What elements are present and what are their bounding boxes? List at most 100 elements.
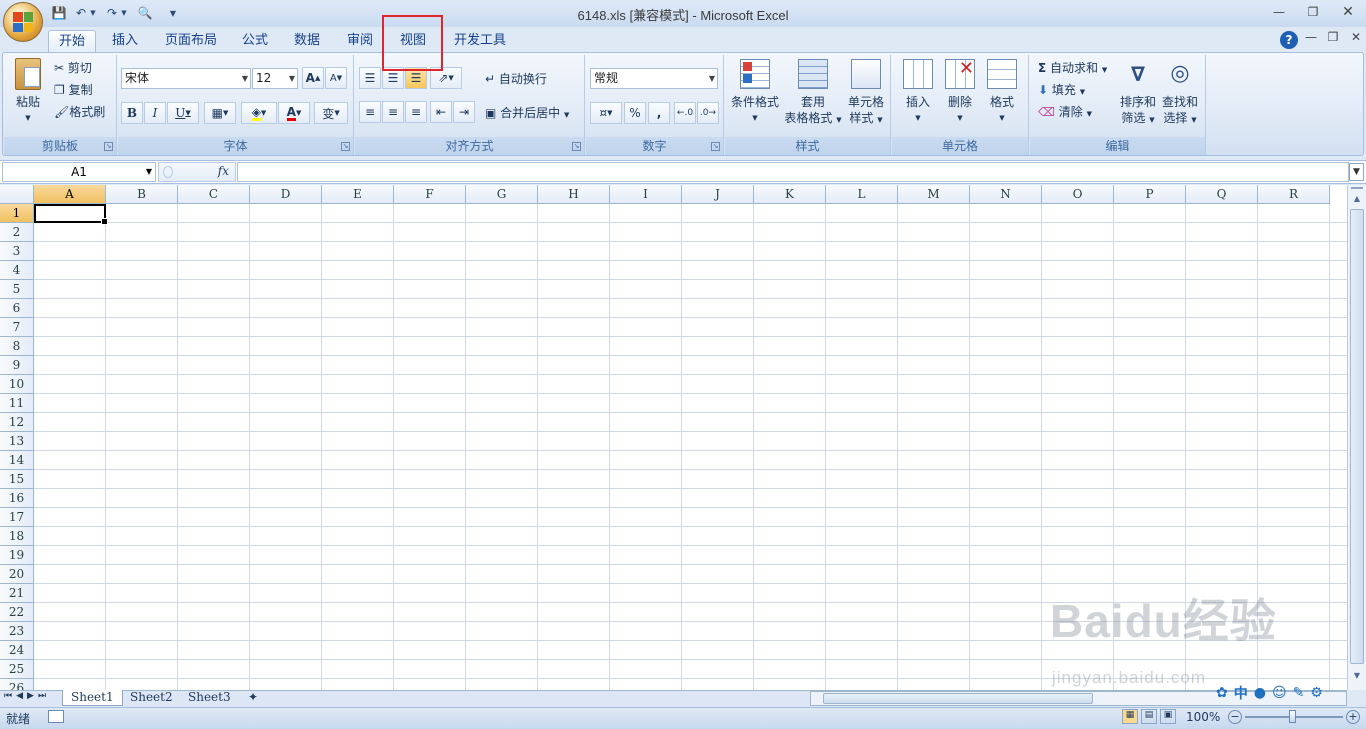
column-header-J[interactable]: J: [682, 185, 754, 204]
align-left-icon[interactable]: ≡: [359, 101, 381, 123]
percent-button[interactable]: %: [624, 102, 646, 124]
underline-button[interactable]: U ▼: [167, 102, 199, 124]
row-header-15[interactable]: 15: [0, 470, 34, 489]
macro-record-icon[interactable]: [48, 710, 64, 723]
insert-function-button[interactable]: fx: [218, 164, 229, 178]
increase-indent-icon[interactable]: ⇥: [453, 101, 475, 123]
row-header-19[interactable]: 19: [0, 546, 34, 565]
column-header-N[interactable]: N: [970, 185, 1042, 204]
column-header-M[interactable]: M: [898, 185, 970, 204]
row-header-4[interactable]: 4: [0, 261, 34, 280]
row-header-18[interactable]: 18: [0, 527, 34, 546]
column-header-H[interactable]: H: [538, 185, 610, 204]
increase-decimal-icon[interactable]: ←.0: [674, 102, 696, 124]
column-header-Q[interactable]: Q: [1186, 185, 1258, 204]
font-name-combo[interactable]: 宋体 ▼: [121, 68, 251, 89]
scroll-up-icon[interactable]: ▲: [1349, 194, 1365, 208]
smiley-icon[interactable]: ☺: [1272, 685, 1287, 701]
italic-button[interactable]: I: [144, 102, 166, 124]
active-cell-A1[interactable]: [34, 204, 108, 225]
align-top-icon[interactable]: ☰: [359, 67, 381, 89]
column-header-A[interactable]: A: [34, 185, 106, 204]
tab-data[interactable]: 数据: [284, 30, 330, 53]
zoom-slider[interactable]: [1245, 710, 1343, 723]
row-header-10[interactable]: 10: [0, 375, 34, 394]
sheet-tab-2[interactable]: Sheet2: [122, 690, 181, 706]
row-header-17[interactable]: 17: [0, 508, 34, 527]
row-header-12[interactable]: 12: [0, 413, 34, 432]
number-format-combo[interactable]: 常规 ▼: [590, 68, 718, 89]
vertical-scroll-thumb[interactable]: [1350, 209, 1364, 664]
find-select-button[interactable]: ◎ 查找和 选择 ▼: [1160, 59, 1200, 128]
normal-view-icon[interactable]: ▦: [1122, 709, 1138, 724]
tab-insert[interactable]: 插入: [102, 30, 148, 53]
row-header-1[interactable]: 1: [0, 204, 34, 223]
row-header-7[interactable]: 7: [0, 318, 34, 337]
row-header-13[interactable]: 13: [0, 432, 34, 451]
zoom-level[interactable]: 100%: [1186, 710, 1220, 724]
row-header-6[interactable]: 6: [0, 299, 34, 318]
alignment-dialog-launcher-icon[interactable]: ↘: [572, 142, 581, 151]
row-header-25[interactable]: 25: [0, 660, 34, 679]
gear-icon[interactable]: ⚙: [1310, 685, 1323, 701]
tab-review[interactable]: 审阅: [337, 30, 383, 53]
page-break-view-icon[interactable]: ▣: [1160, 709, 1176, 724]
paste-button[interactable]: 粘贴 ▼: [10, 58, 46, 126]
bold-button[interactable]: B: [121, 102, 143, 124]
font-size-combo[interactable]: 12 ▼: [252, 68, 298, 89]
shrink-font-button[interactable]: A ▼: [325, 67, 347, 89]
select-all-corner[interactable]: [0, 185, 34, 204]
tab-formulas[interactable]: 公式: [232, 30, 278, 53]
full-width-icon[interactable]: ●: [1254, 685, 1266, 701]
column-header-K[interactable]: K: [754, 185, 826, 204]
sheet-tab-3[interactable]: Sheet3: [180, 690, 239, 706]
ime-mode-toggle[interactable]: 中: [1234, 683, 1248, 703]
column-header-R[interactable]: R: [1258, 185, 1330, 204]
clear-button[interactable]: ⌫ 清除 ▼: [1038, 103, 1092, 120]
zoom-in-icon[interactable]: +: [1346, 710, 1360, 724]
horizontal-scroll-thumb[interactable]: [823, 693, 1093, 704]
name-box[interactable]: A1 ▼: [2, 162, 156, 182]
autosum-button[interactable]: Σ 自动求和 ▼: [1038, 59, 1107, 76]
row-header-20[interactable]: 20: [0, 565, 34, 584]
row-header-14[interactable]: 14: [0, 451, 34, 470]
help-icon[interactable]: ?: [1280, 31, 1298, 49]
tab-home[interactable]: 开始: [48, 30, 97, 53]
column-header-I[interactable]: I: [610, 185, 682, 204]
sort-filter-button[interactable]: ∇ 排序和 筛选 ▼: [1118, 59, 1158, 128]
number-dialog-launcher-icon[interactable]: ↘: [711, 142, 720, 151]
expand-formula-bar-icon[interactable]: ▼: [1349, 163, 1364, 181]
format-as-table-button[interactable]: 套用 表格格式 ▼: [783, 59, 843, 128]
row-header-8[interactable]: 8: [0, 337, 34, 356]
row-header-2[interactable]: 2: [0, 223, 34, 242]
decrease-indent-icon[interactable]: ⇤: [430, 101, 452, 123]
grow-font-button[interactable]: A ▲: [302, 67, 324, 89]
copy-button[interactable]: ❐ 复制: [54, 81, 93, 98]
office-button[interactable]: [3, 2, 43, 42]
page-layout-view-icon[interactable]: ▤: [1141, 709, 1157, 724]
column-header-E[interactable]: E: [322, 185, 394, 204]
column-header-D[interactable]: D: [250, 185, 322, 204]
column-header-O[interactable]: O: [1042, 185, 1114, 204]
sheet-tab-1[interactable]: Sheet1: [62, 690, 123, 706]
delete-cells-button[interactable]: ✕ 删除 ▼: [942, 59, 978, 126]
row-header-11[interactable]: 11: [0, 394, 34, 413]
row-header-22[interactable]: 22: [0, 603, 34, 622]
column-header-P[interactable]: P: [1114, 185, 1186, 204]
align-right-icon[interactable]: ≡: [405, 101, 427, 123]
align-center-icon[interactable]: ≡: [382, 101, 404, 123]
wrap-text-button[interactable]: ↵ 自动换行: [485, 70, 547, 87]
pencil-icon[interactable]: ✎: [1293, 685, 1305, 701]
insert-cells-button[interactable]: 插入 ▼: [900, 59, 936, 126]
row-header-3[interactable]: 3: [0, 242, 34, 261]
workbook-close-button[interactable]: ✕: [1343, 27, 1366, 47]
column-header-B[interactable]: B: [106, 185, 178, 204]
cut-button[interactable]: ✂ 剪切: [54, 59, 92, 76]
expand-handle-icon[interactable]: [163, 166, 173, 178]
accounting-format-button[interactable]: ¤ ▼: [590, 102, 622, 124]
column-header-L[interactable]: L: [826, 185, 898, 204]
clipboard-dialog-launcher-icon[interactable]: ↘: [104, 142, 113, 151]
comma-button[interactable]: ,: [648, 102, 670, 124]
tab-page-layout[interactable]: 页面布局: [155, 30, 227, 53]
column-header-F[interactable]: F: [394, 185, 466, 204]
